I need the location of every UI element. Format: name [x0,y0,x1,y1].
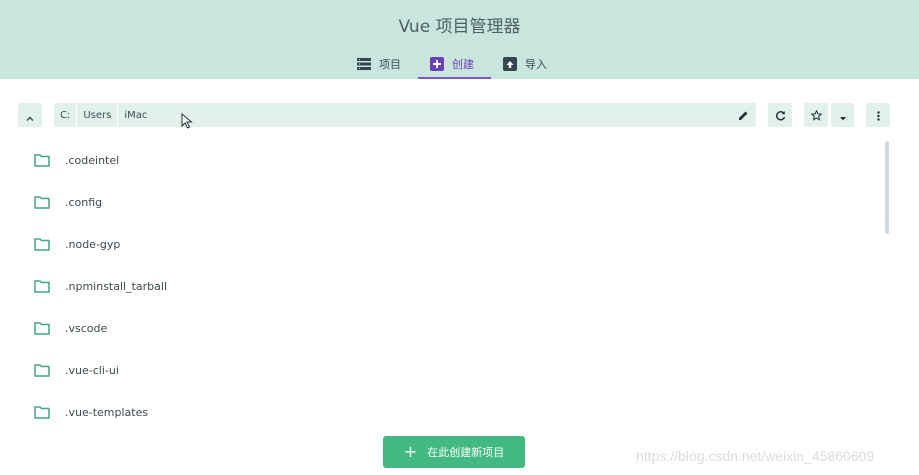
edit-path-icon[interactable] [736,108,750,122]
folder-item[interactable]: .vue-cli-ui [0,349,880,391]
folder-toolbar: C: Users iMac [0,103,919,127]
folder-item[interactable]: .config [0,181,880,223]
favorites-dropdown-button[interactable] [831,103,854,127]
plus-icon: + [403,442,418,461]
add-box-icon [430,56,444,71]
folder-name: .node-gyp [65,237,121,251]
folder-item[interactable]: .npminstall_tarball [0,265,880,307]
folder-item[interactable]: .codeintel [0,139,880,181]
folder-item[interactable]: .vue-templates [0,391,880,433]
more-vert-icon [876,106,880,125]
app-header: Vue 项目管理器 项目 创建 导入 [0,0,919,79]
tab-import-label: 导入 [525,58,547,71]
tab-create-label: 创建 [452,57,474,71]
folder-icon [34,322,50,335]
folder-icon [34,280,50,293]
favorite-button[interactable] [804,103,828,127]
folder-item[interactable]: .node-gyp [0,223,880,265]
tab-bar: 项目 创建 导入 [345,50,564,79]
path-crumb[interactable]: Users [77,103,119,127]
star-outline-icon [809,106,823,125]
folder-icon [34,154,50,167]
more-options-button[interactable] [866,103,890,127]
watermark: https://blog.csdn.net/weixin_45860609 [636,448,875,464]
tab-projects[interactable]: 项目 [345,50,418,78]
folder-list: .codeintel .config .node-gyp .npminstall… [0,139,880,439]
folder-name: .codeintel [65,153,120,167]
folder-name: .vue-templates [65,405,149,419]
tab-create[interactable]: 创建 [418,50,491,79]
unarchive-icon [503,57,517,71]
folder-icon [34,238,50,251]
tab-import[interactable]: 导入 [491,50,564,78]
refresh-button[interactable] [768,103,792,127]
path-breadcrumb: C: Users iMac [54,103,756,127]
folder-list-scrollbar[interactable] [885,141,889,234]
chevron-up-icon [26,106,34,125]
tab-projects-label: 项目 [379,58,401,71]
folder-item[interactable]: .vscode [0,307,880,349]
page-title: Vue 项目管理器 [398,17,521,37]
folder-name: .config [65,195,103,209]
folder-name: .npminstall_tarball [65,279,168,293]
create-project-here-label: 在此创建新项目 [427,446,505,459]
mouse-cursor-icon [181,113,193,129]
caret-down-icon [839,106,846,125]
create-project-here-button[interactable]: + 在此创建新项目 [383,436,525,468]
folder-name: .vue-cli-ui [65,363,119,377]
path-crumb[interactable]: C: [54,103,78,127]
folder-icon [34,196,50,209]
folder-icon [34,406,50,419]
list-icon [357,57,371,71]
refresh-icon [775,106,786,125]
folder-name: .vscode [65,321,108,335]
folder-icon [34,364,50,377]
parent-folder-button[interactable] [18,103,42,127]
path-crumb[interactable]: iMac [118,103,153,127]
